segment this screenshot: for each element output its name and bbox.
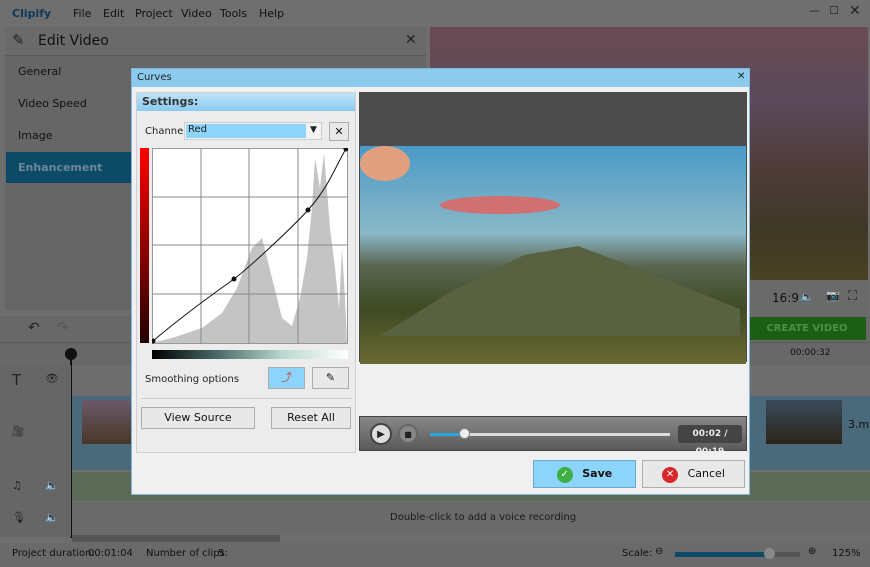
player-controls: ▶ ■ 00:02 / 00:19 <box>359 416 747 457</box>
cancel-label: Cancel <box>687 467 725 480</box>
status-bar: Project duration: 00:01:04 Number of cli… <box>0 543 870 567</box>
channel-label: Channel <box>145 126 187 137</box>
scale-slider-handle[interactable] <box>763 548 775 559</box>
menu-project[interactable]: Project <box>135 7 173 20</box>
check-icon: ✓ <box>556 467 573 483</box>
pencil-button[interactable]: ✎ <box>312 367 349 389</box>
play-button[interactable]: ▶ <box>370 423 392 445</box>
save-label: Save <box>582 467 613 480</box>
mic-icon: 🎙 <box>12 511 26 524</box>
close-panel-icon[interactable]: ✕ <box>405 32 417 48</box>
clear-channel-button[interactable]: ✕ <box>329 122 349 141</box>
playhead-handle[interactable] <box>65 348 77 360</box>
reset-all-button[interactable]: Reset All <box>271 407 351 429</box>
panel-title: Edit Video <box>38 33 109 49</box>
dialog-title: Curves <box>137 72 172 83</box>
minimize-button[interactable]: — <box>809 4 820 17</box>
zoom-out-icon[interactable]: ⊖ <box>655 546 663 557</box>
music-track-icon: ♫ <box>12 479 22 492</box>
time-display: 00:02 / 00:19 <box>678 425 742 457</box>
clips-value: 5 <box>218 548 225 559</box>
settings-header: Settings: <box>137 93 355 111</box>
dialog-title-bar: Curves ✕ <box>132 69 749 87</box>
duration-label: Project duration: <box>12 548 95 559</box>
app-logo: Clipify <box>12 7 52 20</box>
aspect-ratio[interactable]: 16:9 <box>772 291 799 305</box>
volume-icon[interactable]: 🔈 <box>800 290 814 303</box>
channel-select[interactable]: Red ▼ <box>184 122 322 140</box>
fullscreen-icon[interactable]: ⛶ <box>848 289 857 304</box>
text-track-icon: T <box>12 371 22 389</box>
input-gradient-bar <box>152 350 348 359</box>
cancel-button[interactable]: ✕ Cancel <box>642 460 745 488</box>
timeline-scrollbar[interactable] <box>72 535 280 542</box>
menu-tools[interactable]: Tools <box>220 7 247 20</box>
redo-icon[interactable]: ↷ <box>57 320 69 336</box>
voice-track[interactable]: Double-click to add a voice recording <box>72 502 870 535</box>
smoothing-label: Smoothing options <box>145 374 240 385</box>
scale-value: 125% <box>832 548 861 559</box>
seek-handle[interactable] <box>458 428 470 439</box>
camera-icon[interactable]: 📷 <box>826 289 840 302</box>
ruler-time: 00:00:32 <box>790 348 831 358</box>
channel-value: Red <box>186 124 306 138</box>
create-video-button[interactable]: CREATE VIDEO <box>748 317 866 340</box>
video-track-icon: 🎥 <box>11 425 25 438</box>
menu-help[interactable]: Help <box>259 7 284 20</box>
undo-icon[interactable]: ↶ <box>28 320 40 336</box>
curve-point <box>231 276 237 282</box>
dropdown-arrow-icon: ▼ <box>310 125 317 135</box>
clip-thumbnail[interactable] <box>82 400 132 444</box>
title-bar: Clipify File Edit Project Video Tools He… <box>0 0 870 27</box>
view-source-button[interactable]: View Source <box>141 407 255 429</box>
curves-dialog: Curves ✕ Settings: Channel Red ▼ ✕ Smoot… <box>131 68 750 495</box>
edit-icon: ✎ <box>12 31 25 49</box>
curves-graph[interactable] <box>152 148 348 344</box>
clip-name: 3.mp <box>848 418 870 431</box>
duration-value: 00:01:04 <box>88 548 133 559</box>
track-headers: T 👁 🎥 ♫ 🔈 🎙 🔈 <box>0 365 71 537</box>
smooth-curve-button[interactable]: ⤴ <box>268 367 305 389</box>
channel-color-bar <box>140 148 149 343</box>
scale-label: Scale: <box>622 548 653 559</box>
close-app-button[interactable]: ✕ <box>849 3 861 19</box>
curve-point <box>305 207 311 213</box>
save-button[interactable]: ✓ Save <box>533 460 636 488</box>
dialog-close-icon[interactable]: ✕ <box>737 71 745 82</box>
settings-panel: Settings: Channel Red ▼ ✕ Smoothing opti… <box>136 92 356 453</box>
music-volume-icon[interactable]: 🔈 <box>45 479 59 492</box>
menu-edit[interactable]: Edit <box>103 7 124 20</box>
voice-volume-icon[interactable]: 🔈 <box>45 511 59 524</box>
voice-hint: Double-click to add a voice recording <box>390 512 577 523</box>
scale-slider[interactable] <box>675 552 800 557</box>
clips-label: Number of clips: <box>146 548 229 559</box>
cancel-icon: ✕ <box>662 467 679 483</box>
curves-preview <box>359 92 747 364</box>
clip-thumbnail[interactable] <box>766 400 842 444</box>
preview-image <box>360 146 746 364</box>
menu-video[interactable]: Video <box>181 7 212 20</box>
stop-button[interactable]: ■ <box>398 424 418 444</box>
zoom-in-icon[interactable]: ⊕ <box>808 546 816 557</box>
visibility-icon[interactable]: 👁 <box>45 372 59 385</box>
menu-file[interactable]: File <box>73 7 91 20</box>
maximize-button[interactable]: ☐ <box>829 4 839 17</box>
